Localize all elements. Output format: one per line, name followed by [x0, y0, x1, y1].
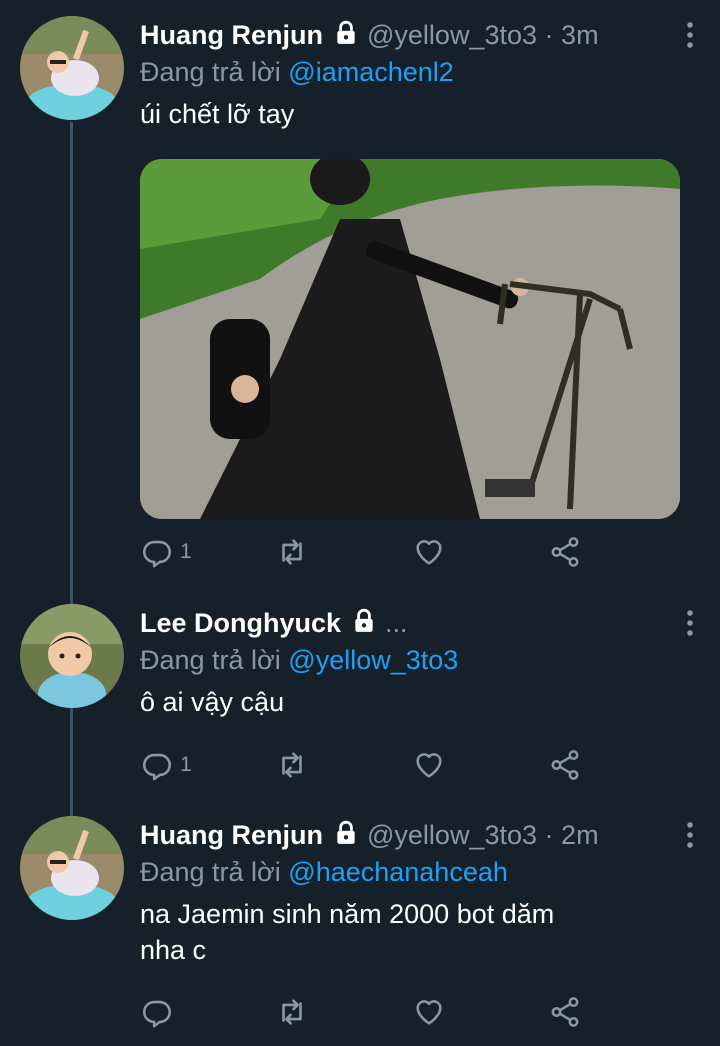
like-button[interactable] — [412, 532, 452, 572]
tweet-text-line: nha c — [140, 935, 207, 965]
tweet-header: Huang Renjun @yellow_3to3 · 3m — [140, 16, 700, 54]
avatar-image — [20, 816, 124, 920]
retweet-icon — [282, 752, 302, 778]
avatar[interactable] — [20, 816, 124, 920]
retweet-button[interactable] — [275, 745, 315, 785]
tweet-text: úi chết lỡ tay — [140, 99, 295, 129]
user-handle[interactable]: @yellow_3to3 — [367, 20, 537, 50]
retweet-icon — [282, 999, 302, 1025]
more-vertical-icon[interactable] — [680, 608, 700, 638]
tweet-photo — [140, 159, 680, 519]
separator-dot: · — [544, 820, 554, 850]
reply-icon — [142, 753, 172, 781]
reply-mention-link[interactable]: @iamachenl2 — [288, 57, 454, 87]
handle-truncated: ... — [385, 608, 408, 638]
tweet[interactable]: Huang Renjun @yellow_3to3 · 2m Đang trả l… — [0, 800, 720, 1046]
share-icon — [551, 750, 579, 780]
replying-to: Đang trả lời @yellow_3to3 — [140, 642, 700, 678]
retweet-icon — [282, 539, 302, 565]
like-button[interactable] — [412, 745, 452, 785]
separator-dot: · — [544, 20, 554, 50]
heart-icon — [416, 753, 442, 778]
heart-icon — [416, 1000, 442, 1025]
user-handle[interactable]: @yellow_3to3 — [367, 820, 537, 850]
avatar[interactable] — [20, 604, 124, 708]
reply-icon — [142, 540, 172, 568]
tweet-text: ô ai vậy cậu — [140, 687, 285, 717]
timestamp[interactable]: 3m — [561, 20, 599, 50]
tweet-actions — [140, 992, 590, 1032]
tweet-text: na Jaemin sinh năm 2000 bot dăm nha c — [140, 896, 700, 968]
replying-to: Đang trả lời @iamachenl2 — [140, 54, 700, 90]
reply-prefix: Đang trả lời — [140, 645, 281, 675]
like-button[interactable] — [412, 992, 452, 1032]
retweet-button[interactable] — [275, 992, 315, 1032]
tweet-actions: 1 — [140, 745, 590, 785]
reply-button[interactable] — [140, 992, 180, 1032]
tweet-text-line: na Jaemin sinh năm 2000 bot dăm — [140, 899, 555, 929]
tweet[interactable]: Huang Renjun @yellow_3to3 · 3m Đang trả l… — [0, 0, 720, 590]
display-name[interactable]: Huang Renjun — [140, 20, 323, 50]
avatar[interactable] — [20, 16, 124, 120]
timestamp[interactable]: 2m — [561, 820, 599, 850]
heart-icon — [416, 540, 442, 565]
tweet-header: Huang Renjun @yellow_3to3 · 2m — [140, 816, 700, 854]
share-icon — [551, 997, 579, 1027]
tweet-header: Lee Donghyuck... — [140, 604, 700, 642]
tweet-actions: 1 — [140, 532, 590, 572]
reply-count: 1 — [180, 540, 192, 563]
reply-icon — [142, 1000, 172, 1028]
retweet-button[interactable] — [275, 532, 315, 572]
avatar-image — [20, 604, 124, 708]
avatar-image — [20, 16, 124, 120]
reply-prefix: Đang trả lời — [140, 857, 281, 887]
reply-button[interactable]: 1 — [140, 745, 192, 785]
share-button[interactable] — [548, 745, 582, 785]
share-icon — [551, 537, 579, 567]
more-vertical-icon[interactable] — [680, 820, 700, 850]
reply-mention-link[interactable]: @haechanahceah — [288, 857, 508, 887]
tweet-image[interactable] — [140, 159, 680, 519]
display-name[interactable]: Lee Donghyuck — [140, 608, 341, 638]
reply-prefix: Đang trả lời — [140, 57, 281, 87]
lock-icon — [351, 606, 377, 644]
display-name[interactable]: Huang Renjun — [140, 820, 323, 850]
replying-to: Đang trả lời @haechanahceah — [140, 854, 700, 890]
lock-icon — [333, 818, 359, 856]
lock-icon — [333, 18, 359, 56]
reply-mention-link[interactable]: @yellow_3to3 — [288, 645, 458, 675]
share-button[interactable] — [548, 532, 582, 572]
tweet[interactable]: Lee Donghyuck... Đang trả lời @yellow_3t… — [0, 590, 720, 800]
reply-button[interactable]: 1 — [140, 532, 192, 572]
more-vertical-icon[interactable] — [680, 20, 700, 50]
share-button[interactable] — [548, 992, 582, 1032]
reply-count: 1 — [180, 753, 192, 776]
